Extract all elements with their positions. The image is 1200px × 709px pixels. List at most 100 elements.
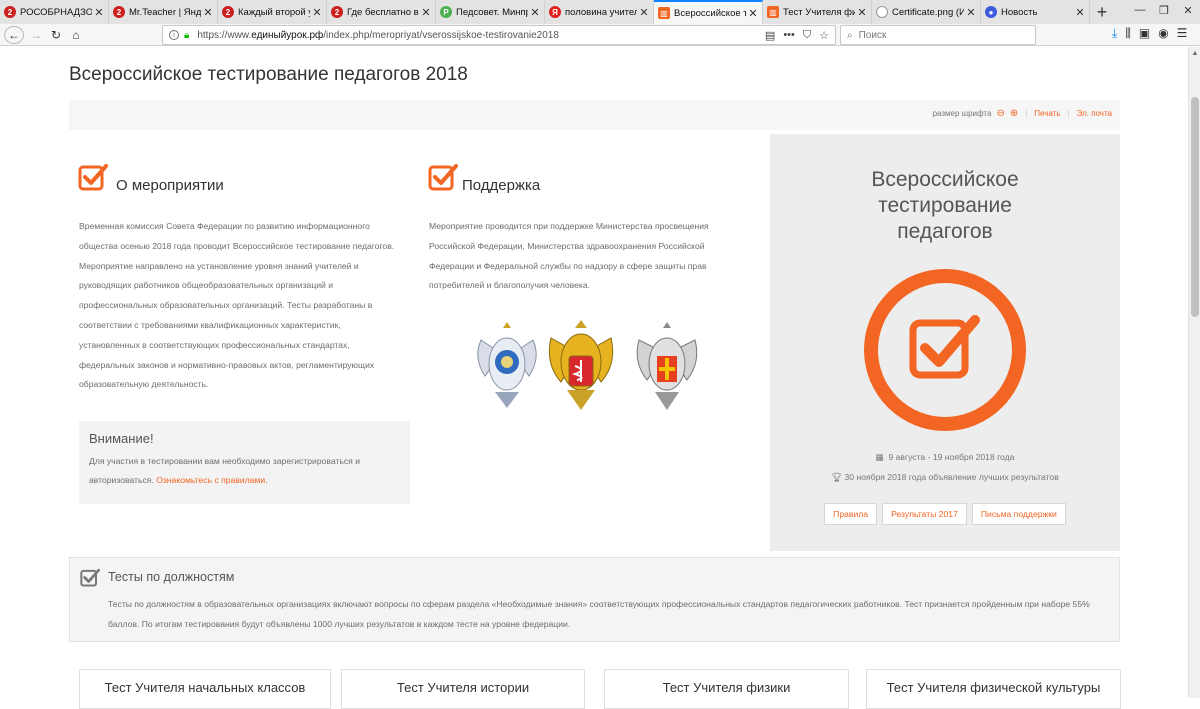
- restore-icon[interactable]: ❐: [1152, 0, 1176, 20]
- about-paragraph: Временная комиссия Совета Федерации по р…: [79, 221, 395, 390]
- search-icon: ⌕: [847, 29, 853, 41]
- event-title: Всероссийское тестирование педагогов: [770, 167, 1120, 245]
- tab-title: Новость: [1001, 6, 1038, 18]
- print-link[interactable]: Печать: [1034, 109, 1060, 118]
- vertical-scrollbar[interactable]: ▲: [1188, 47, 1200, 698]
- tests-text: Тесты по должностям в образовательных ор…: [108, 599, 1090, 629]
- email-link[interactable]: Эл. почта: [1077, 109, 1112, 118]
- browser-tab[interactable]: ▥ Всероссийское тест✕: [654, 0, 763, 24]
- divider: |: [1067, 109, 1070, 118]
- zoom-out-icon[interactable]: ⊖: [996, 108, 1004, 119]
- info-icon[interactable]: i: [169, 30, 179, 40]
- support-heading: Поддержка: [462, 177, 541, 194]
- sidebar-icon[interactable]: ▣: [1139, 26, 1150, 41]
- window-controls: — ❐ ✕: [1128, 0, 1200, 24]
- rules-button[interactable]: Правила: [824, 503, 878, 525]
- event-panel: Всероссийское тестирование педагогов ▦ 9…: [770, 134, 1120, 551]
- browser-tab[interactable]: 2 Mr.Teacher | Яндекс✕: [109, 0, 218, 24]
- browser-tab[interactable]: Certificate.png (Изобра✕: [872, 0, 981, 24]
- calendar-icon: ▦: [875, 452, 884, 462]
- tests-by-position: Тесты по должностям Тесты по должностям …: [69, 557, 1120, 642]
- addon-icon[interactable]: ◉: [1158, 26, 1168, 41]
- attention-text: Для участия в тестировании вам необходим…: [89, 456, 361, 485]
- page-title: Всероссийское тестирование педагогов 201…: [69, 64, 468, 85]
- scrollbar-thumb[interactable]: [1191, 97, 1199, 317]
- tab-title: Педсовет. Минпрос: [456, 6, 528, 18]
- tab-favicon-icon: 2: [4, 6, 16, 18]
- tab-close-icon[interactable]: ✕: [857, 6, 867, 19]
- scroll-up-icon[interactable]: ▲: [1189, 47, 1200, 59]
- rules-link[interactable]: Ознакомьтесь с правилами: [156, 475, 265, 485]
- browser-tab[interactable]: P Педсовет. Минпрос✕: [436, 0, 545, 24]
- results-2017-button[interactable]: Результаты 2017: [882, 503, 967, 525]
- page-actions-icon[interactable]: •••: [783, 29, 795, 42]
- tab-close-icon[interactable]: ✕: [94, 6, 104, 19]
- tab-favicon-icon: ▥: [658, 7, 670, 19]
- page-toolstrip: размер шрифта ⊖ ⊕ | Печать | Эл. почта: [69, 100, 1120, 130]
- test-cards: Тест Учителя начальных классов Тест Учит…: [79, 669, 1121, 709]
- browser-tab[interactable]: ▥ Тест Учителя физи✕: [763, 0, 872, 24]
- divider: |: [1025, 109, 1028, 118]
- download-icon[interactable]: ⤓: [1112, 26, 1117, 41]
- tab-favicon-icon: P: [440, 6, 452, 18]
- ministry-emblems: [477, 320, 698, 410]
- home-icon[interactable]: ⌂: [68, 26, 84, 44]
- tab-close-icon[interactable]: ✕: [312, 6, 322, 19]
- browser-tab[interactable]: ● Новость ✕: [981, 0, 1090, 24]
- tab-close-icon[interactable]: ✕: [530, 6, 540, 19]
- tab-title: Тест Учителя физи: [783, 6, 855, 18]
- tab-title: РОСОБРНАДЗОР в Ш: [20, 6, 92, 18]
- checkbox-icon: [80, 568, 100, 587]
- menu-icon[interactable]: ☰: [1177, 26, 1188, 41]
- search-input[interactable]: ⌕ Поиск: [840, 25, 1036, 45]
- forward-icon[interactable]: →: [28, 26, 44, 44]
- browser-tab[interactable]: Яполовина учителей✕: [545, 0, 654, 24]
- pocket-icon[interactable]: ⛉: [803, 29, 811, 42]
- test-card[interactable]: Тест Учителя физической культуры: [866, 669, 1121, 709]
- tab-close-icon[interactable]: ✕: [748, 7, 758, 20]
- library-icon[interactable]: ⫼: [1125, 26, 1131, 41]
- browser-tab[interactable]: 2 РОСОБРНАДЗОР в Ш✕: [0, 0, 109, 24]
- reload-icon[interactable]: ↻: [48, 26, 64, 44]
- test-card[interactable]: Тест Учителя физики: [604, 669, 849, 709]
- tab-favicon-icon: 2: [222, 6, 234, 18]
- close-window-icon[interactable]: ✕: [1176, 0, 1200, 20]
- tab-close-icon[interactable]: ✕: [203, 6, 213, 19]
- tab-favicon-icon: [876, 6, 888, 18]
- tab-close-icon[interactable]: ✕: [639, 6, 649, 19]
- tab-title: Mr.Teacher | Яндекс: [129, 6, 201, 18]
- lock-icon: 🔒︎: [184, 29, 190, 41]
- support-letters-button[interactable]: Письма поддержки: [971, 503, 1066, 525]
- tabs-list: 2РОСОБРНАДЗОР в Ш✕2Mr.Teacher | Яндекс✕2…: [0, 0, 1090, 24]
- navigation-toolbar: ← → ↻ ⌂ i 🔒︎ https://www.единыйурок.рф/i…: [0, 24, 1200, 46]
- tests-heading: Тесты по должностям: [108, 570, 235, 584]
- back-icon[interactable]: ←: [4, 26, 24, 44]
- tab-title: половина учителей: [565, 6, 637, 18]
- toolbar-icons: ⤓ ⫼ ▣ ◉ ☰: [1112, 26, 1187, 41]
- tab-close-icon[interactable]: ✕: [421, 6, 431, 19]
- tab-bar: 2РОСОБРНАДЗОР в Ш✕2Mr.Teacher | Яндекс✕2…: [0, 0, 1200, 24]
- checkbox-icon: [428, 164, 458, 191]
- test-card[interactable]: Тест Учителя истории: [341, 669, 585, 709]
- event-dates: ▦ 9 августа - 19 ноября 2018 года: [875, 452, 1015, 462]
- reader-view-icon[interactable]: ▤: [765, 29, 775, 42]
- tab-title: Всероссийское тест: [674, 7, 746, 19]
- tab-favicon-icon: ●: [985, 6, 997, 18]
- event-buttons: Правила Результаты 2017 Письма поддержки: [770, 503, 1120, 525]
- health-ministry-emblem: [548, 320, 614, 410]
- test-card[interactable]: Тест Учителя начальных классов: [79, 669, 331, 709]
- checkbox-icon: [78, 164, 108, 191]
- tab-favicon-icon: ▥: [767, 6, 779, 18]
- bookmark-star-icon[interactable]: ☆: [819, 29, 829, 42]
- new-tab-button[interactable]: +: [1090, 0, 1114, 24]
- browser-tab[interactable]: 2 Где бесплатно взять✕: [327, 0, 436, 24]
- event-title-text: Всероссийское тестирование педагогов: [871, 168, 1019, 243]
- minimize-icon[interactable]: —: [1128, 0, 1152, 20]
- tab-close-icon[interactable]: ✕: [966, 6, 976, 19]
- zoom-in-icon[interactable]: ⊕: [1010, 108, 1018, 119]
- browser-tab[interactable]: 2 Каждый второй учи✕: [218, 0, 327, 24]
- address-bar[interactable]: i 🔒︎ https://www.единыйурок.рф/index.php…: [162, 25, 836, 45]
- big-check-icon: [864, 269, 1026, 431]
- tab-close-icon[interactable]: ✕: [1075, 6, 1085, 19]
- education-ministry-emblem: [477, 322, 537, 408]
